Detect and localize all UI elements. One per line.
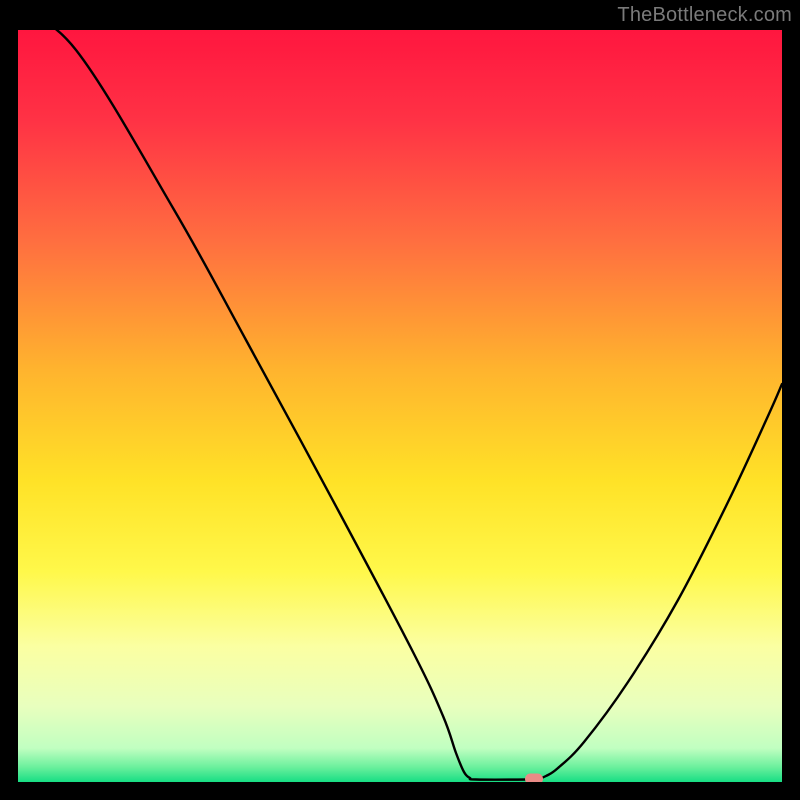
plot-area: [18, 30, 782, 782]
bottleneck-curve: [18, 30, 782, 782]
optimal-point-marker: [525, 774, 543, 783]
chart-container: TheBottleneck.com: [0, 0, 800, 800]
watermark-text: TheBottleneck.com: [617, 4, 792, 27]
